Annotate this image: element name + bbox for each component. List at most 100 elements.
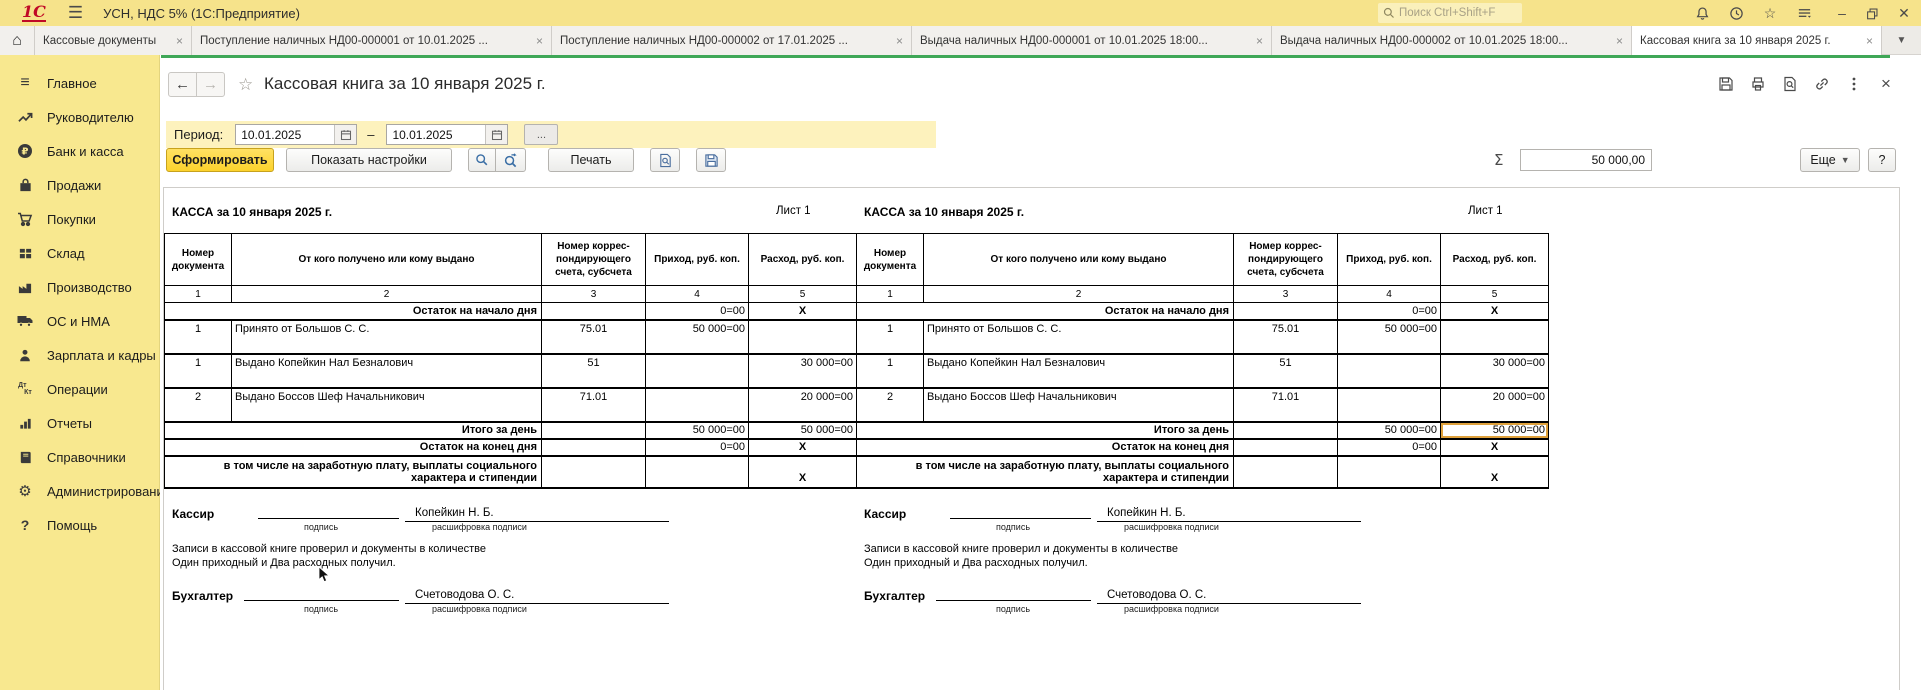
column-header[interactable]: Номер коррес- пондирующего счета, субсче… [1234, 234, 1338, 286]
tab-1[interactable]: Кассовые документы× [35, 26, 192, 55]
closing-account[interactable] [542, 439, 646, 456]
autosum-value[interactable] [1520, 149, 1652, 171]
closing-account[interactable] [1234, 439, 1338, 456]
period-from-field[interactable] [235, 124, 357, 145]
tab-close-icon[interactable]: × [1866, 34, 1873, 48]
column-number[interactable]: 5 [1441, 286, 1549, 303]
close-form-icon[interactable]: × [1877, 75, 1895, 93]
column-number[interactable]: 2 [924, 286, 1234, 303]
tab-3[interactable]: Поступление наличных НД00-000002 от 17.0… [552, 26, 912, 55]
including-rashod[interactable]: X [1441, 456, 1549, 488]
calendar-icon[interactable] [485, 125, 507, 144]
sidebar-item-6[interactable]: Производство [0, 270, 159, 304]
closing-rashod[interactable]: X [1441, 439, 1549, 456]
column-number[interactable]: 4 [1338, 286, 1441, 303]
prihod-value[interactable]: 50 000=00 [646, 320, 749, 354]
sidebar-item-9[interactable]: ДтКтОперации [0, 372, 159, 406]
period-to-field[interactable] [386, 124, 508, 145]
tab-home[interactable]: ⌂ [0, 26, 35, 55]
sidebar-item-10[interactable]: Отчеты [0, 406, 159, 440]
opening-prihod[interactable]: 0=00 [1338, 303, 1441, 320]
save-result-button[interactable] [696, 148, 726, 172]
tab-close-icon[interactable]: × [536, 34, 543, 48]
find-button[interactable] [468, 148, 496, 172]
closing-balance-label[interactable]: Остаток на конец дня [165, 439, 542, 456]
doc-number[interactable]: 1 [857, 320, 924, 354]
period-variants-button[interactable]: ... [524, 124, 558, 145]
closing-prihod[interactable]: 0=00 [646, 439, 749, 456]
tab-6[interactable]: Кассовая книга за 10 января 2025 г.× [1632, 26, 1882, 55]
including-label[interactable]: в том числе на заработную плату, выплаты… [165, 456, 542, 488]
opening-balance-label[interactable]: Остаток на начало дня [165, 303, 542, 320]
tab-overflow-icon[interactable]: ▼ [1882, 26, 1921, 54]
corr-account[interactable]: 75.01 [542, 320, 646, 354]
service-menu-icon[interactable] [1794, 4, 1814, 22]
doc-number[interactable]: 2 [857, 388, 924, 422]
forward-button[interactable]: → [196, 72, 225, 97]
opening-prihod[interactable]: 0=00 [646, 303, 749, 320]
column-header[interactable]: Расход, руб. коп. [749, 234, 857, 286]
doc-number[interactable]: 1 [165, 354, 232, 388]
prihod-value[interactable]: 50 000=00 [1338, 320, 1441, 354]
total-label[interactable]: Итого за день [165, 422, 542, 439]
get-link-icon[interactable] [1813, 75, 1831, 93]
doc-description[interactable]: Выдано Копейкин Нал Безналович [924, 354, 1234, 388]
tab-close-icon[interactable]: × [896, 34, 903, 48]
minimize-icon[interactable]: – [1832, 4, 1852, 22]
opening-rashod[interactable]: X [749, 303, 857, 320]
prihod-value[interactable] [1338, 388, 1441, 422]
sidebar-item-2[interactable]: ₽Банк и касса [0, 134, 159, 168]
tab-5[interactable]: Выдача наличных НД00-000002 от 10.01.202… [1272, 26, 1632, 55]
opening-balance-label[interactable]: Остаток на начало дня [857, 303, 1234, 320]
prihod-value[interactable] [1338, 354, 1441, 388]
doc-description[interactable]: Принято от Большов С. С. [924, 320, 1234, 354]
column-header[interactable]: Номер документа [857, 234, 924, 286]
sidebar-item-4[interactable]: Покупки [0, 202, 159, 236]
rashod-value[interactable] [749, 320, 857, 354]
sidebar-item-12[interactable]: ⚙Администрирование [0, 474, 159, 508]
tab-close-icon[interactable]: × [1616, 34, 1623, 48]
tab-close-icon[interactable]: × [176, 34, 183, 48]
back-button[interactable]: ← [168, 72, 197, 97]
total-prihod[interactable]: 50 000=00 [646, 422, 749, 439]
total-label[interactable]: Итого за день [857, 422, 1234, 439]
show-settings-button[interactable]: Показать настройки [286, 148, 452, 172]
help-button[interactable]: ? [1868, 148, 1896, 172]
column-header[interactable]: Приход, руб. коп. [646, 234, 749, 286]
rashod-value[interactable]: 20 000=00 [1441, 388, 1549, 422]
sidebar-item-1[interactable]: Руководителю [0, 100, 159, 134]
column-number[interactable]: 5 [749, 286, 857, 303]
doc-description[interactable]: Принято от Большов С. С. [232, 320, 542, 354]
column-number[interactable]: 2 [232, 286, 542, 303]
closing-prihod[interactable]: 0=00 [1338, 439, 1441, 456]
sidebar-item-7[interactable]: ОС и НМА [0, 304, 159, 338]
column-number[interactable]: 4 [646, 286, 749, 303]
corr-account[interactable]: 51 [1234, 354, 1338, 388]
notifications-bell-icon[interactable] [1692, 4, 1712, 22]
sidebar-item-3[interactable]: Продажи [0, 168, 159, 202]
opening-account[interactable] [542, 303, 646, 320]
column-number[interactable]: 1 [165, 286, 232, 303]
total-rashod-selected-cell[interactable]: 50 000=00 [1441, 422, 1549, 439]
column-header[interactable]: Номер коррес- пондирующего счета, субсче… [542, 234, 646, 286]
favorite-star-icon[interactable]: ☆ [238, 75, 253, 95]
more-kebab-icon[interactable] [1845, 75, 1863, 93]
tab-close-icon[interactable]: × [1256, 34, 1263, 48]
column-number[interactable]: 3 [1234, 286, 1338, 303]
sidebar-item-0[interactable]: ≡Главное [0, 66, 159, 100]
print-preview-button[interactable] [650, 148, 680, 172]
find-next-button[interactable] [495, 148, 526, 172]
restore-window-icon[interactable] [1862, 4, 1882, 22]
including-account[interactable] [1234, 456, 1338, 488]
rashod-value[interactable]: 20 000=00 [749, 388, 857, 422]
preview-icon[interactable] [1781, 75, 1799, 93]
history-icon[interactable] [1726, 4, 1746, 22]
column-header[interactable]: Расход, руб. коп. [1441, 234, 1549, 286]
column-number[interactable]: 3 [542, 286, 646, 303]
closing-rashod[interactable]: X [749, 439, 857, 456]
opening-rashod[interactable]: X [1441, 303, 1549, 320]
main-menu-icon[interactable]: ☰ [68, 3, 83, 23]
close-window-icon[interactable]: ✕ [1894, 4, 1914, 22]
sidebar-item-8[interactable]: Зарплата и кадры [0, 338, 159, 372]
period-from-input[interactable] [236, 125, 334, 144]
